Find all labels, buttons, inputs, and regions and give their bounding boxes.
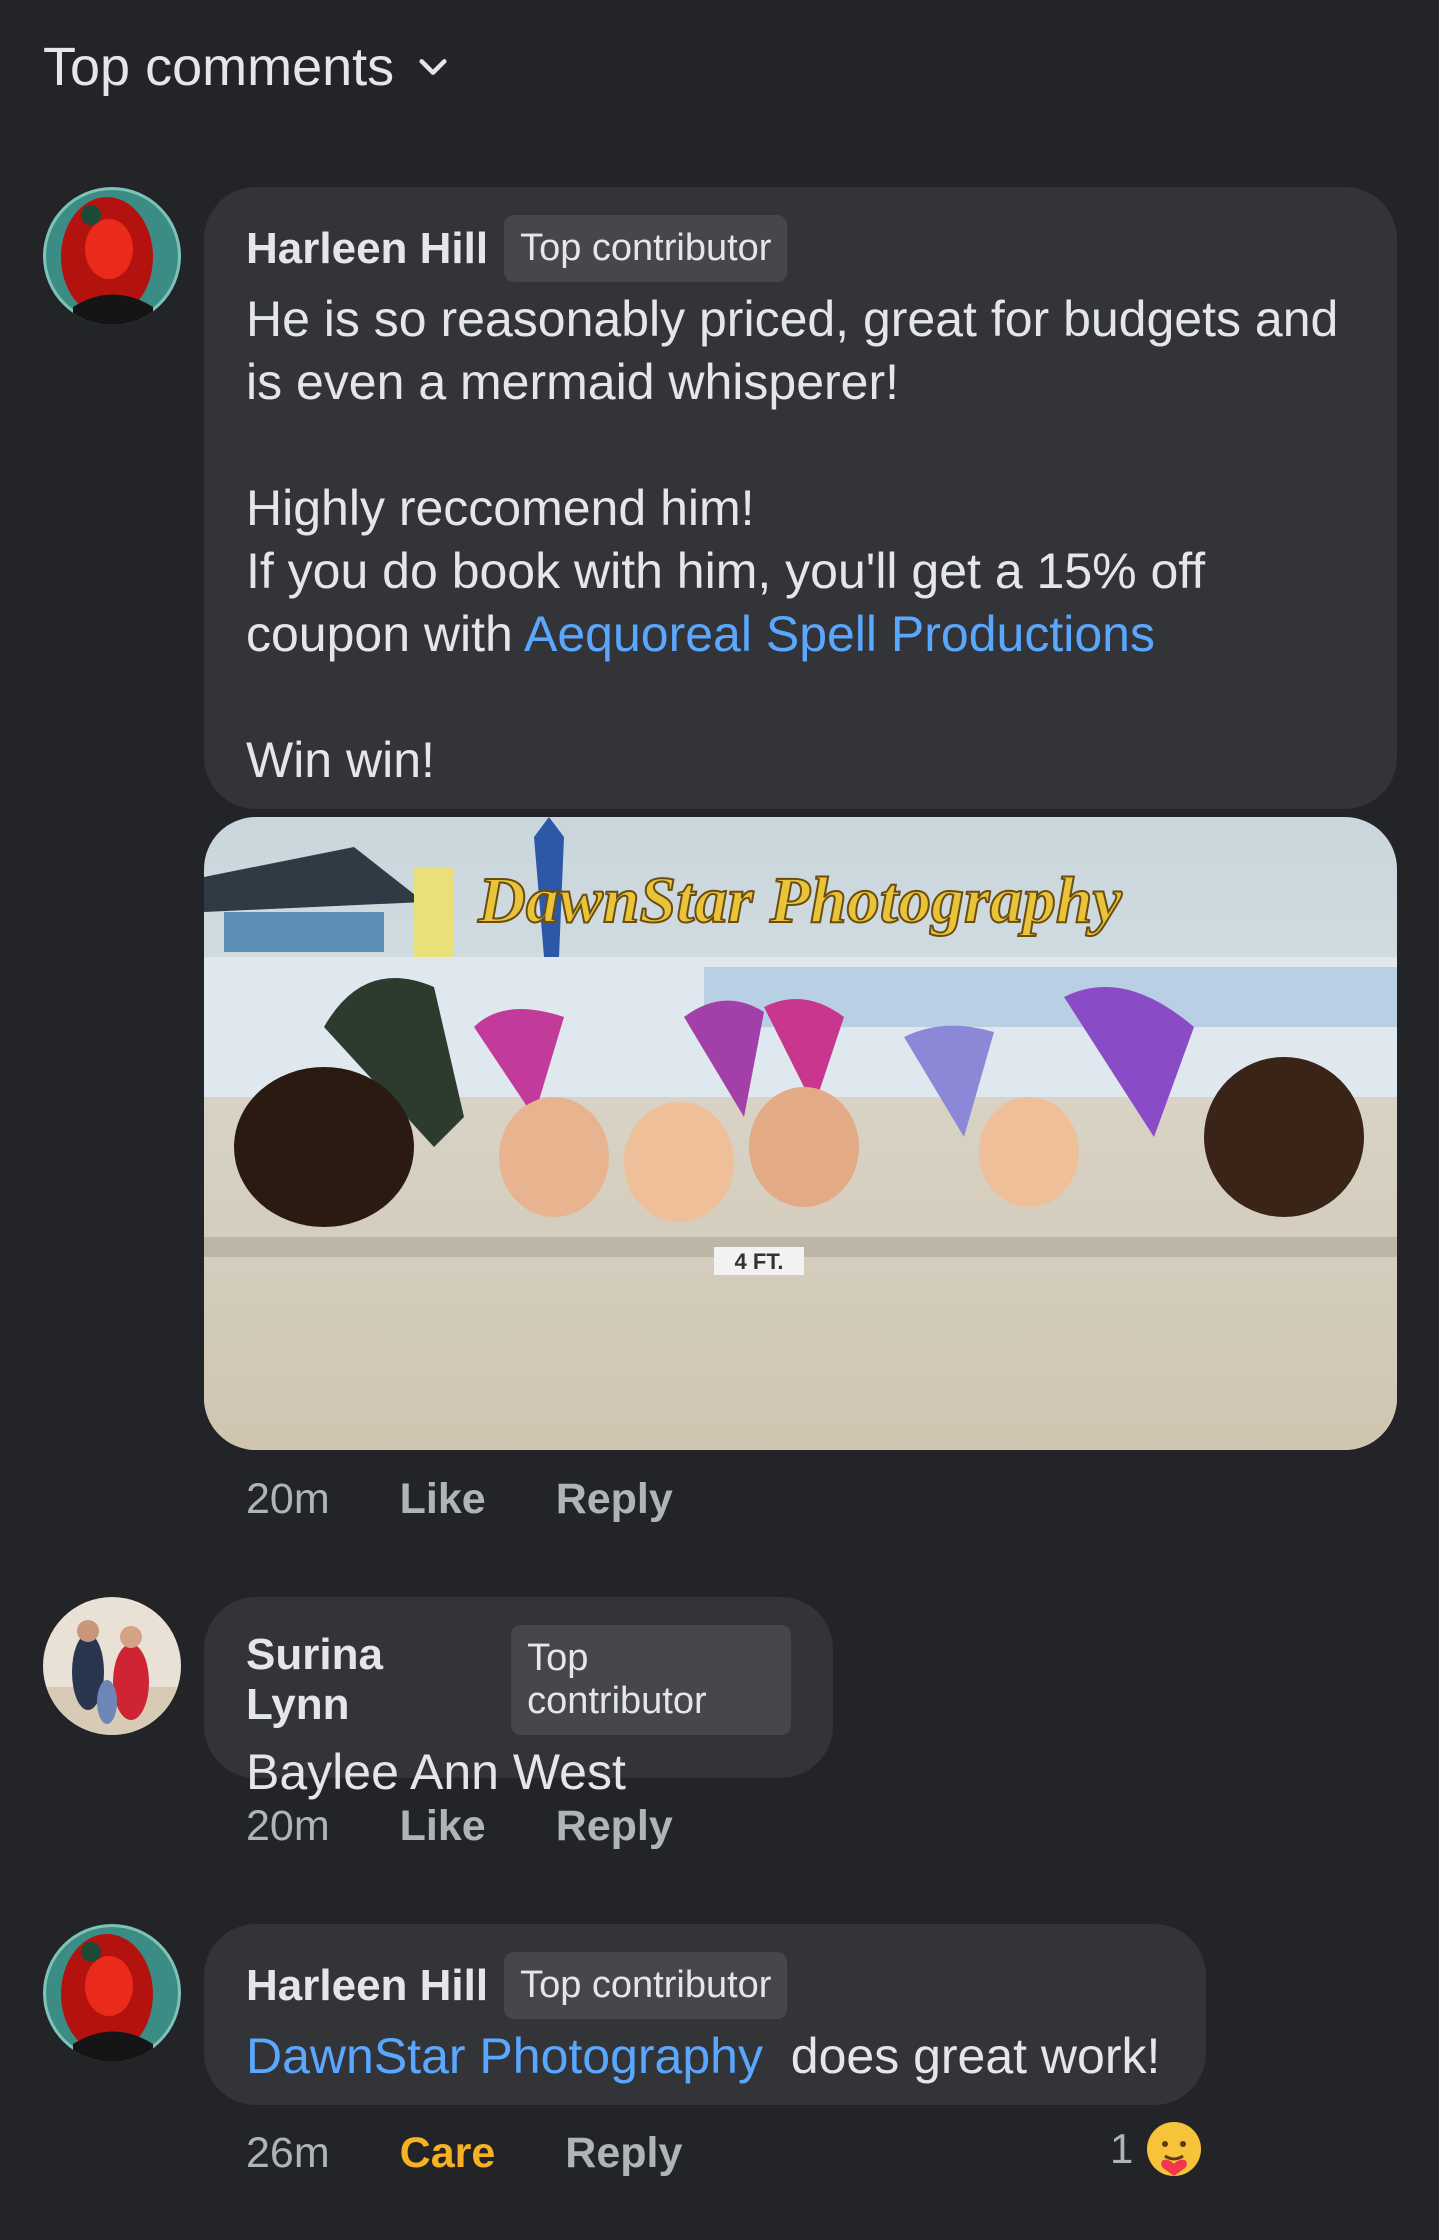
care-reaction-button[interactable]: Care bbox=[400, 2129, 496, 2178]
comment-author[interactable]: Surina Lynn bbox=[246, 1630, 495, 1730]
comment-timestamp[interactable]: 20m bbox=[246, 1475, 330, 1524]
comment-text: He is so reasonably priced, great for bu… bbox=[246, 291, 1339, 788]
mermaid-photo-image: DawnStar Photography 4 FT. bbox=[204, 817, 1397, 1450]
comment-bubble: Surina Lynn Top contributor Baylee Ann W… bbox=[204, 1597, 833, 1800]
comment-bubble: Harleen Hill Top contributor DawnStar Ph… bbox=[204, 1924, 1206, 2105]
like-button[interactable]: Like bbox=[400, 1802, 486, 1851]
comment-text: Baylee Ann West bbox=[246, 1744, 626, 1800]
like-button[interactable]: Like bbox=[400, 1475, 486, 1524]
page-mention-link[interactable]: DawnStar Photography bbox=[246, 2028, 763, 2084]
comment-actions: 26m Care Reply bbox=[246, 2129, 682, 2178]
comment-author[interactable]: Harleen Hill bbox=[246, 224, 488, 274]
top-contributor-badge: Top contributor bbox=[504, 215, 788, 282]
top-contributor-badge: Top contributor bbox=[511, 1625, 791, 1735]
comment-actions: 20m Like Reply bbox=[246, 1802, 673, 1851]
comment-photo[interactable]: DawnStar Photography 4 FT. bbox=[204, 817, 1397, 1450]
comments-sort-label: Top comments bbox=[43, 37, 395, 97]
comment-timestamp[interactable]: 26m bbox=[246, 2129, 330, 2178]
avatar-image bbox=[43, 1924, 181, 2062]
top-contributor-badge: Top contributor bbox=[504, 1952, 788, 2019]
chevron-down-icon bbox=[419, 59, 447, 75]
comment-author[interactable]: Harleen Hill bbox=[246, 1961, 488, 2011]
reaction-count: 1 bbox=[1110, 2125, 1134, 2172]
comment-text: DawnStar Photography does great work! bbox=[246, 2028, 1161, 2084]
pool-depth-sign: 4 FT. bbox=[735, 1249, 784, 1274]
avatar[interactable] bbox=[43, 1597, 181, 1735]
avatar-image bbox=[43, 187, 181, 325]
avatar-image bbox=[43, 1597, 181, 1735]
reply-button[interactable]: Reply bbox=[556, 1802, 673, 1851]
avatar[interactable] bbox=[43, 1924, 181, 2062]
comment-actions: 20m Like Reply bbox=[246, 1475, 673, 1524]
reply-button[interactable]: Reply bbox=[565, 2129, 682, 2178]
comment-bubble: Harleen Hill Top contributor He is so re… bbox=[204, 187, 1397, 809]
reaction-summary[interactable]: 1 bbox=[1110, 2120, 1203, 2178]
reply-button[interactable]: Reply bbox=[556, 1475, 673, 1524]
comments-sort-dropdown[interactable]: Top comments bbox=[43, 36, 450, 98]
care-emoji-icon bbox=[1147, 2122, 1202, 2176]
avatar[interactable] bbox=[43, 187, 181, 325]
page-mention-link[interactable]: Aequoreal Spell Productions bbox=[524, 606, 1155, 662]
comment-timestamp[interactable]: 20m bbox=[246, 1802, 330, 1851]
photo-watermark: DawnStar Photography bbox=[477, 864, 1122, 937]
